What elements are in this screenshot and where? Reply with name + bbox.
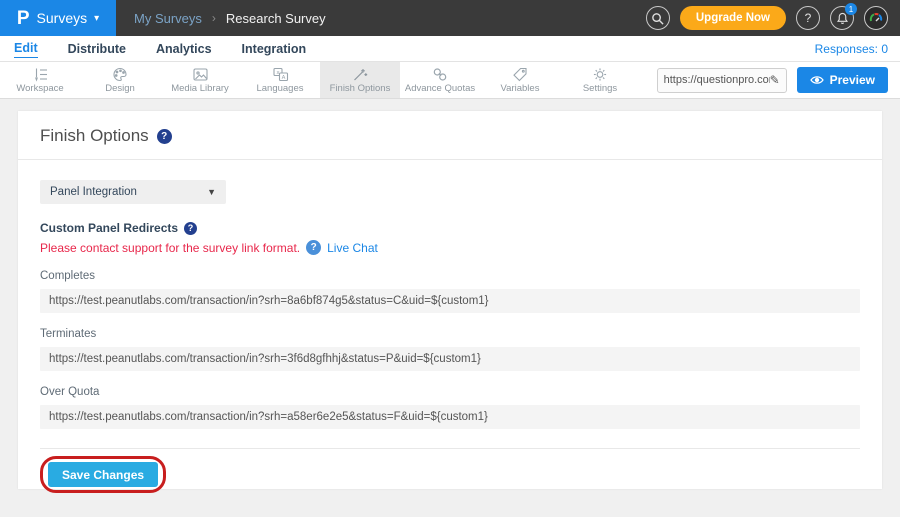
- svg-text:A: A: [281, 74, 285, 80]
- toolbar-label: Design: [105, 83, 135, 94]
- toolbar-item-workspace[interactable]: Workspace: [0, 62, 80, 98]
- toolbar-item-languages[interactable]: xA Languages: [240, 62, 320, 98]
- main-content: Finish Options ? Panel Integration ▼ Cus…: [0, 99, 900, 517]
- translate-icon: xA: [272, 67, 289, 82]
- search-icon: [651, 12, 664, 25]
- survey-nav: Edit Distribute Analytics Integration Re…: [0, 36, 900, 62]
- toolbar-label: Finish Options: [330, 83, 391, 94]
- tag-icon: [512, 67, 528, 82]
- toolbar-item-variables[interactable]: Variables: [480, 62, 560, 98]
- chain-link-icon: [432, 67, 448, 82]
- toolbar-label: Variables: [501, 83, 540, 94]
- toolbar-label: Media Library: [171, 83, 229, 94]
- card-body: Panel Integration ▼ Custom Panel Redirec…: [18, 160, 882, 493]
- survey-url-input[interactable]: [664, 74, 770, 86]
- notifications-button[interactable]: 1: [830, 6, 854, 30]
- gauge-avatar-icon: [868, 10, 884, 26]
- magic-wand-icon: [352, 67, 368, 82]
- breadcrumb-current-survey: Research Survey: [226, 11, 326, 26]
- eye-icon: [810, 75, 824, 85]
- tab-integration[interactable]: Integration: [242, 40, 307, 58]
- responses-count[interactable]: Responses: 0: [815, 42, 888, 56]
- survey-url-field: ✎: [657, 68, 787, 93]
- image-icon: [192, 67, 209, 82]
- terminates-url-input[interactable]: [40, 347, 860, 371]
- save-changes-button[interactable]: Save Changes: [48, 462, 158, 487]
- product-switcher[interactable]: P Surveys ▾: [0, 0, 116, 36]
- tab-edit[interactable]: Edit: [14, 39, 38, 58]
- dropdown-selected-value: Panel Integration: [50, 186, 137, 198]
- toolbar-item-design[interactable]: Design: [80, 62, 160, 98]
- edit-toolbar: Workspace Design Media Library xA Langua…: [0, 62, 900, 99]
- finish-type-dropdown[interactable]: Panel Integration ▼: [40, 180, 226, 204]
- toolbar-label: Advance Quotas: [405, 83, 475, 94]
- questionpro-logo: P: [17, 9, 30, 28]
- save-row: Save Changes: [40, 456, 860, 493]
- support-note-row: Please contact support for the survey li…: [40, 240, 860, 255]
- toolbar-label: Settings: [583, 83, 617, 94]
- account-avatar[interactable]: [864, 6, 888, 30]
- edit-url-icon[interactable]: ✎: [770, 73, 780, 87]
- red-highlight-annotation: Save Changes: [40, 456, 166, 493]
- chevron-down-icon: ▾: [94, 13, 99, 24]
- upgrade-now-button[interactable]: Upgrade Now: [680, 6, 786, 30]
- tab-distribute[interactable]: Distribute: [68, 40, 126, 58]
- help-button[interactable]: ?: [796, 6, 820, 30]
- gear-icon: [592, 67, 608, 82]
- product-name: Surveys: [37, 10, 88, 26]
- live-chat-help-icon[interactable]: ?: [306, 240, 321, 255]
- divider: [40, 448, 860, 449]
- live-chat-link[interactable]: Live Chat: [327, 241, 378, 255]
- preview-button[interactable]: Preview: [797, 67, 888, 93]
- over-quota-url-input[interactable]: [40, 405, 860, 429]
- notification-badge: 1: [845, 3, 857, 15]
- tab-analytics[interactable]: Analytics: [156, 40, 212, 58]
- palette-icon: [112, 67, 128, 82]
- top-bar: P Surveys ▾ My Surveys › Research Survey…: [0, 0, 900, 36]
- completes-url-input[interactable]: [40, 289, 860, 313]
- toolbar-item-media-library[interactable]: Media Library: [160, 62, 240, 98]
- breadcrumb-separator: ›: [212, 11, 216, 25]
- custom-panel-redirects-header: Custom Panel Redirects ?: [40, 221, 860, 235]
- workspace-icon: [32, 67, 49, 82]
- toolbar-label: Languages: [256, 83, 303, 94]
- terminates-label: Terminates: [40, 328, 860, 340]
- custom-panel-redirects-help-icon[interactable]: ?: [184, 222, 197, 235]
- finish-options-card: Finish Options ? Panel Integration ▼ Cus…: [18, 111, 882, 489]
- card-header: Finish Options ?: [18, 111, 882, 160]
- topbar-actions: Upgrade Now ? 1: [646, 0, 900, 36]
- finish-options-help-icon[interactable]: ?: [157, 129, 172, 144]
- support-note: Please contact support for the survey li…: [40, 241, 300, 255]
- over-quota-label: Over Quota: [40, 386, 860, 398]
- toolbar-item-advance-quotas[interactable]: Advance Quotas: [400, 62, 480, 98]
- toolbar-right: ✎ Preview: [657, 62, 900, 98]
- toolbar-label: Workspace: [16, 83, 63, 94]
- preview-label: Preview: [830, 73, 875, 87]
- search-button[interactable]: [646, 6, 670, 30]
- completes-label: Completes: [40, 270, 860, 282]
- breadcrumb: My Surveys › Research Survey: [116, 0, 326, 36]
- breadcrumb-my-surveys[interactable]: My Surveys: [134, 11, 202, 26]
- page-title: Finish Options: [40, 126, 149, 146]
- section-title: Custom Panel Redirects: [40, 221, 178, 235]
- chevron-down-icon: ▼: [207, 187, 216, 197]
- questionpro-app: P Surveys ▾ My Surveys › Research Survey…: [0, 0, 900, 517]
- toolbar-item-settings[interactable]: Settings: [560, 62, 640, 98]
- toolbar-item-finish-options[interactable]: Finish Options: [320, 62, 400, 98]
